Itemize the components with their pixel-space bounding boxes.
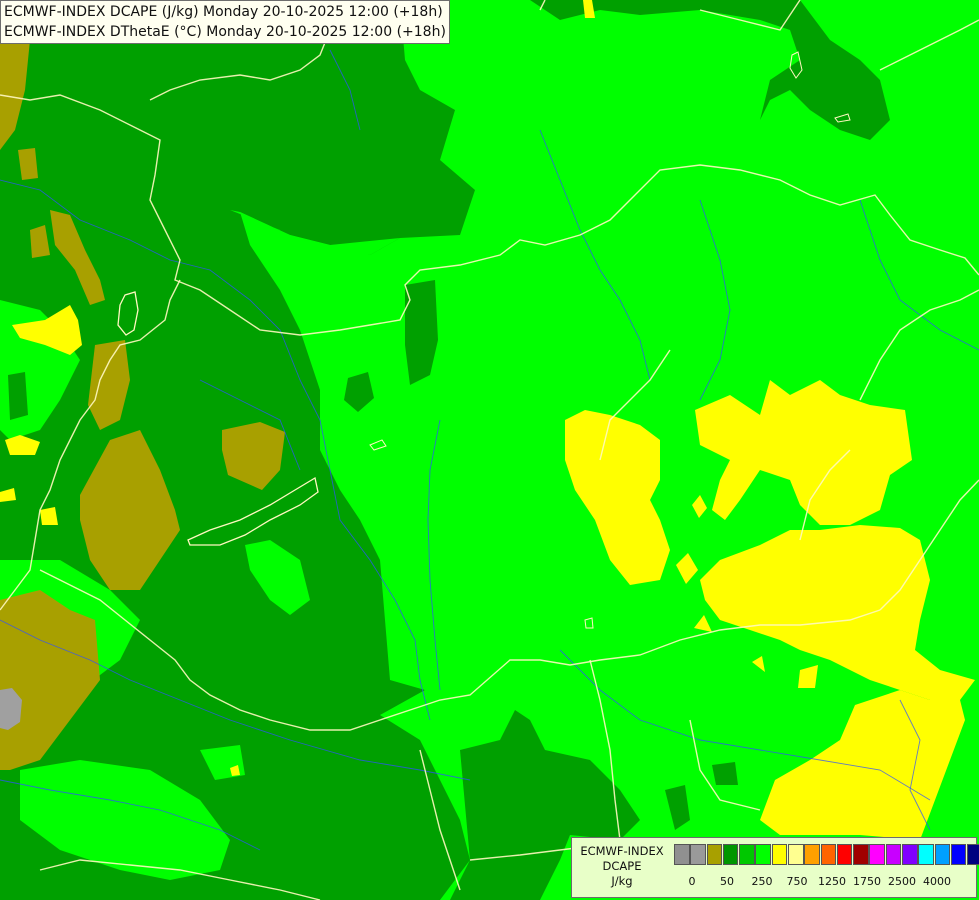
legend-swatch — [706, 844, 723, 865]
legend-line-2: DCAPE — [602, 859, 642, 873]
legend-tick-label: 1750 — [853, 875, 881, 888]
legend-swatch — [885, 844, 902, 865]
legend-tick-label: 750 — [786, 875, 808, 888]
map-title-box: ECMWF-INDEX DCAPE (J/kg) Monday 20-10-20… — [0, 0, 450, 44]
region-dark-green-south-small2 — [712, 762, 738, 785]
legend-swatch — [690, 844, 706, 865]
legend-swatch — [836, 844, 853, 865]
color-legend: ECMWF-INDEX DCAPE J/kg 0 50 250 750 1250 1750… — [571, 837, 979, 898]
region-dark-green-patch-3 — [8, 372, 28, 420]
legend-swatch — [771, 844, 788, 865]
legend-swatch — [674, 844, 690, 865]
title-line-2: ECMWF-INDEX DThetaE (°C) Monday 20-10-20… — [4, 24, 446, 40]
legend-line-3: J/kg — [611, 874, 633, 888]
legend-swatch — [755, 844, 771, 865]
legend-ticks: 0 50 250 750 1250 1750 2500 4000 — [674, 875, 974, 891]
legend-swatch — [820, 844, 837, 865]
legend-swatch — [869, 844, 885, 865]
legend-swatch — [804, 844, 820, 865]
legend-swatch — [853, 844, 869, 865]
legend-swatch — [950, 844, 967, 865]
legend-tick-label: 0 — [688, 875, 696, 888]
legend-swatches — [674, 844, 979, 865]
legend-swatch — [918, 844, 934, 865]
legend-line-1: ECMWF-INDEX — [580, 844, 664, 858]
legend-swatch — [934, 844, 951, 865]
dcape-map — [0, 0, 979, 900]
region-yellow-west-4 — [40, 507, 58, 525]
legend-tick-label: 50 — [720, 875, 734, 888]
legend-title: ECMWF-INDEX DCAPE J/kg — [572, 844, 672, 889]
legend-swatch — [722, 844, 739, 865]
legend-tick-label: 2500 — [888, 875, 916, 888]
legend-swatch — [901, 844, 918, 865]
legend-tick-label: 250 — [751, 875, 773, 888]
legend-tick-label: 1250 — [818, 875, 846, 888]
legend-swatch — [967, 844, 979, 865]
title-line-1: ECMWF-INDEX DCAPE (J/kg) Monday 20-10-20… — [4, 4, 443, 20]
legend-swatch — [739, 844, 755, 865]
legend-tick-label: 4000 — [923, 875, 951, 888]
legend-swatch — [787, 844, 804, 865]
